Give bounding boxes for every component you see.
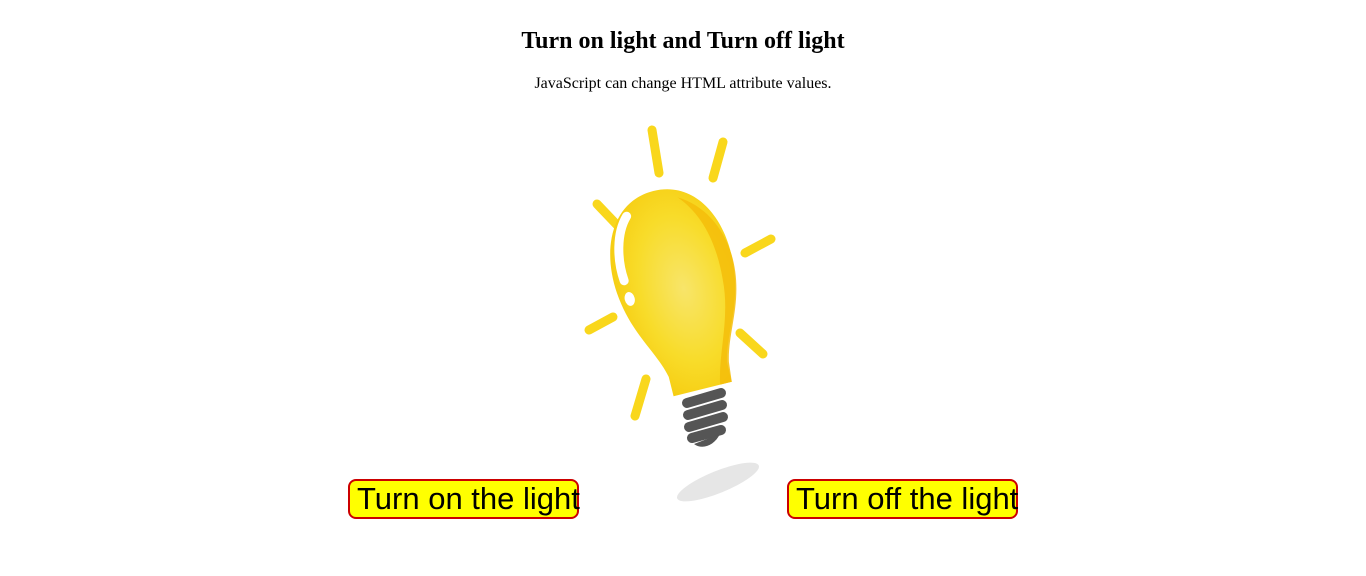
ray-upper-left	[592, 199, 623, 231]
bulb-base	[682, 388, 728, 443]
ray-top-left	[647, 125, 664, 178]
bulb-shadow	[676, 462, 760, 502]
page-subtitle: JavaScript can change HTML attribute val…	[534, 75, 832, 92]
ray-bottom-left	[630, 374, 651, 421]
ray-lower-right	[735, 328, 768, 359]
turn-off-button[interactable]: Turn off the light	[787, 479, 1018, 519]
bulb-glass	[610, 189, 737, 397]
ray-lower-left	[584, 312, 618, 335]
lightbulb-icon	[584, 125, 776, 502]
ray-upper-right	[740, 234, 776, 258]
page: Turn on light and Turn off light JavaScr…	[0, 0, 1366, 576]
ray-top-right	[708, 137, 728, 183]
turn-on-button[interactable]: Turn on the light	[348, 479, 580, 519]
page-title: Turn on light and Turn off light	[521, 28, 845, 54]
